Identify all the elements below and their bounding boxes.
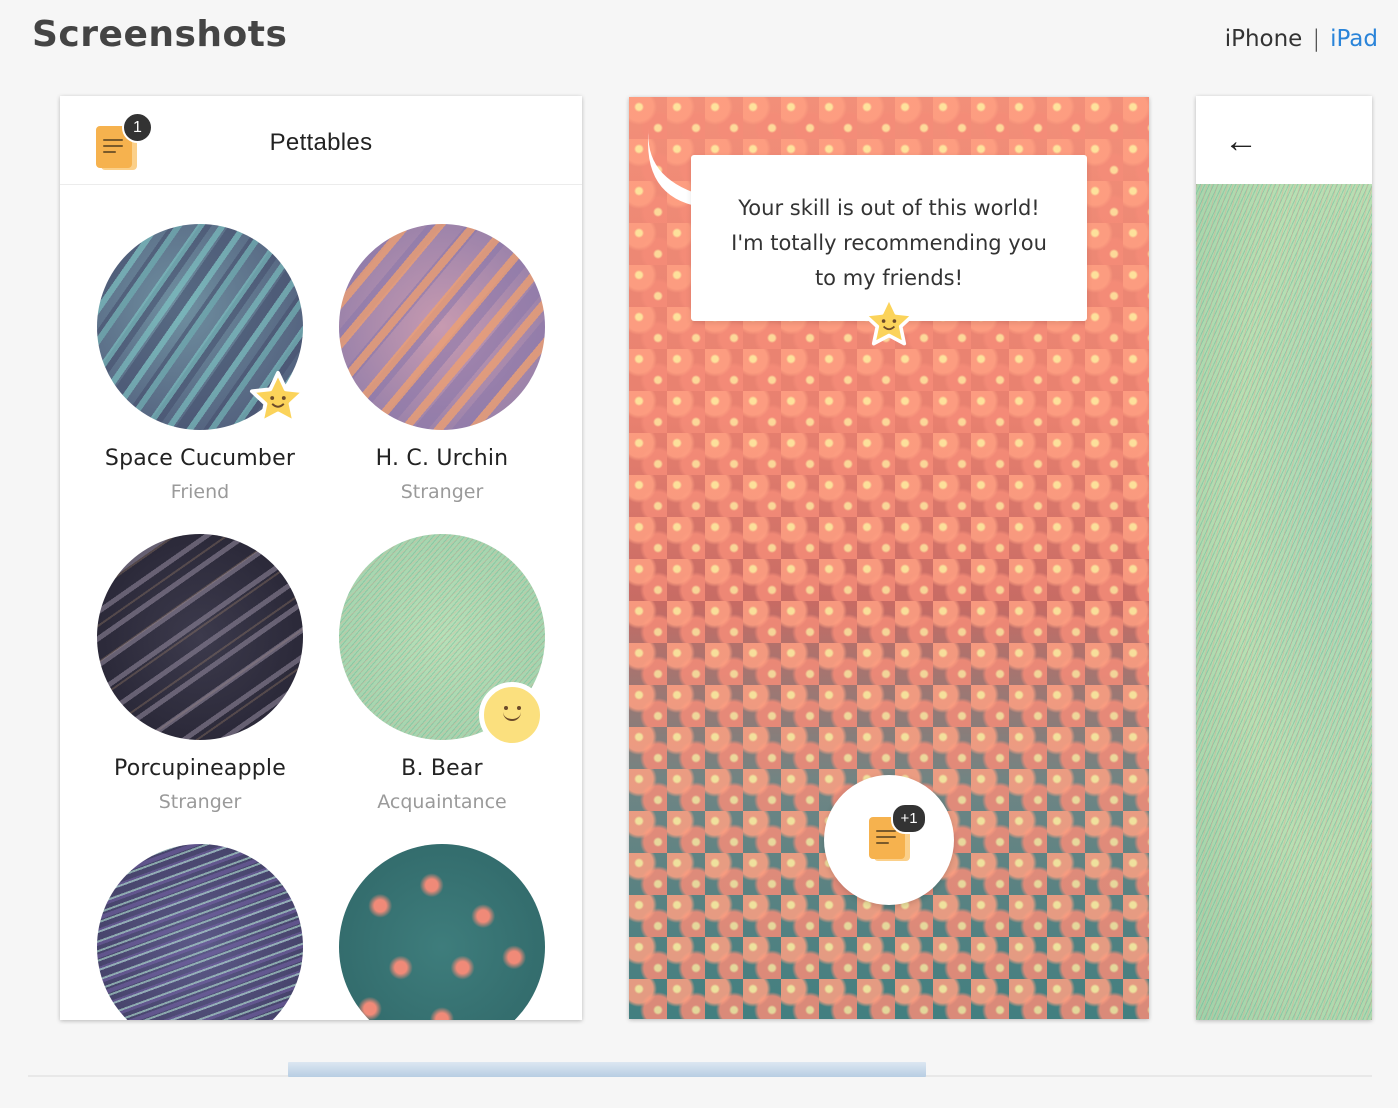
back-arrow-icon[interactable]: ←	[1224, 124, 1258, 158]
app-header: 1 Pettables	[60, 96, 582, 185]
pet-name: Space Cucumber	[104, 446, 296, 471]
pet-card	[322, 844, 562, 1020]
scroll-thumb[interactable]	[288, 1062, 926, 1077]
pet-card: Space Cucumber Friend	[80, 224, 320, 503]
pet-avatar	[97, 534, 303, 740]
pet-card: B. Bear Acquaintance	[322, 534, 562, 813]
pet-avatar	[339, 224, 545, 430]
pet-name: H. C. Urchin	[375, 446, 509, 471]
pet-card	[80, 844, 320, 1020]
fur-texture	[1196, 184, 1372, 1020]
screenshot-3[interactable]: ←	[1196, 96, 1372, 1020]
pet-name: Porcupineapple	[114, 756, 286, 781]
pet-status: Stranger	[158, 791, 242, 813]
note-count-badge: +1	[891, 803, 927, 834]
star-face-icon	[862, 295, 916, 346]
iphone-tab[interactable]: iPhone	[1225, 26, 1303, 52]
pet-name: B. Bear	[401, 756, 483, 781]
speech-text: Your skill is out of this world! I'm tot…	[691, 191, 1087, 296]
star-face-icon	[249, 370, 307, 425]
pet-card: Porcupineapple Stranger	[80, 534, 320, 813]
detail-header: ←	[1196, 96, 1372, 184]
notes-icon: +1	[869, 803, 927, 861]
pet-status: Friend	[170, 481, 230, 503]
pet-avatar	[339, 534, 545, 748]
pet-status: Acquaintance	[377, 791, 507, 813]
smiley-face-icon	[479, 682, 545, 748]
pet-status: Stranger	[400, 481, 484, 503]
pet-avatar	[97, 844, 303, 1020]
screenshot-1[interactable]: 1 Pettables Space Cucumber Friend H. C. …	[60, 96, 582, 1020]
pet-avatar	[339, 844, 545, 1020]
pet-avatar	[97, 224, 307, 430]
new-note-button[interactable]: +1	[824, 775, 954, 905]
speech-line: Your skill is out of this world!	[738, 196, 1040, 220]
device-switch: iPhone | iPad	[1225, 26, 1378, 52]
speech-line: to my friends!	[814, 266, 964, 290]
pet-card: H. C. Urchin Stranger	[322, 224, 562, 503]
section-title: Screenshots	[32, 14, 288, 55]
app-title: Pettables	[269, 129, 373, 156]
speech-line: I'm totally recommending you	[731, 231, 1047, 255]
device-separator: |	[1312, 26, 1321, 52]
speech-bubble: Your skill is out of this world! I'm tot…	[691, 155, 1087, 346]
ipad-tab[interactable]: iPad	[1330, 26, 1378, 52]
screenshot-2[interactable]: Your skill is out of this world! I'm tot…	[629, 97, 1149, 1019]
